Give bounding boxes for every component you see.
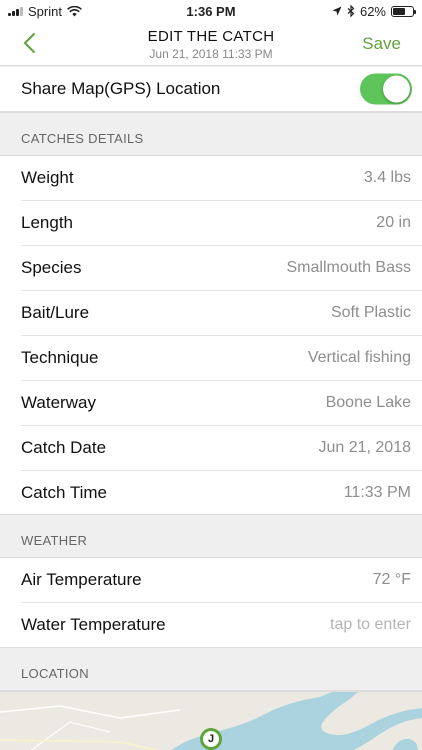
location-arrow-icon xyxy=(332,6,342,16)
battery-percent: 62% xyxy=(359,3,386,19)
weather-row-air-temp[interactable]: Air Temperature 72 °F xyxy=(0,558,422,603)
section-header-weather: WEATHER xyxy=(0,514,422,558)
detail-row-bait[interactable]: Bait/Lure Soft Plastic xyxy=(0,291,422,336)
row-label: Catch Date xyxy=(21,438,107,457)
row-value: Boone Lake xyxy=(325,394,411,411)
row-label: Species xyxy=(21,258,82,277)
weather-row-water-temp[interactable]: Water Temperature tap to enter xyxy=(0,603,422,647)
detail-row-length[interactable]: Length 20 in xyxy=(0,201,422,246)
detail-row-technique[interactable]: Technique Vertical fishing xyxy=(0,336,422,381)
row-value: 3.4 lbs xyxy=(363,169,411,186)
detail-row-species[interactable]: Species Smallmouth Bass xyxy=(0,246,422,291)
page-subtitle: Jun 21, 2018 11:33 PM xyxy=(149,47,273,61)
map-pin-marker[interactable]: J xyxy=(200,728,222,750)
detail-row-catch-date[interactable]: Catch Date Jun 21, 2018 xyxy=(0,426,422,471)
share-location-label: Share Map(GPS) Location xyxy=(21,79,221,98)
detail-row-weight[interactable]: Weight 3.4 lbs xyxy=(0,156,422,201)
page-title: EDIT THE CATCH xyxy=(147,28,275,45)
location-map[interactable]: J xyxy=(0,691,422,750)
row-value: 11:33 PM xyxy=(343,483,411,501)
row-label: Water Temperature xyxy=(21,615,166,634)
detail-row-catch-time[interactable]: Catch Time 11:33 PM xyxy=(0,471,422,514)
row-value: Jun 21, 2018 xyxy=(318,439,411,456)
nav-bar: EDIT THE CATCH Jun 21, 2018 11:33 PM Sav… xyxy=(0,22,422,66)
row-label: Waterway xyxy=(21,393,96,412)
row-value: Soft Plastic xyxy=(330,304,411,321)
save-button[interactable]: Save xyxy=(362,34,401,54)
section-header-catches: CATCHES DETAILS xyxy=(0,112,422,156)
row-value: Smallmouth Bass xyxy=(286,259,412,276)
battery-icon xyxy=(391,5,416,17)
row-label: Technique xyxy=(21,348,99,367)
row-label: Length xyxy=(21,213,73,232)
row-value: 72 °F xyxy=(372,571,411,588)
status-bar: Sprint 1:36 PM 62% xyxy=(0,0,422,22)
chevron-left-icon xyxy=(23,33,35,53)
wifi-icon xyxy=(67,5,82,16)
carrier-label: Sprint xyxy=(28,3,62,19)
water-temp-placeholder: tap to enter xyxy=(330,616,411,633)
detail-row-waterway[interactable]: Waterway Boone Lake xyxy=(0,381,422,426)
row-label: Catch Time xyxy=(21,482,107,502)
row-label: Air Temperature xyxy=(21,570,142,589)
bluetooth-icon xyxy=(347,5,355,17)
share-location-toggle[interactable] xyxy=(360,73,412,105)
section-header-location: LOCATION xyxy=(0,647,422,691)
row-value: Vertical fishing xyxy=(307,349,411,366)
row-label: Bait/Lure xyxy=(21,303,90,322)
signal-icon xyxy=(8,6,23,16)
back-button[interactable] xyxy=(14,28,44,58)
share-location-row: Share Map(GPS) Location xyxy=(0,67,422,112)
row-label: Weight xyxy=(21,168,74,187)
row-value: 20 in xyxy=(376,214,411,231)
map-pin-letter: J xyxy=(203,731,219,747)
